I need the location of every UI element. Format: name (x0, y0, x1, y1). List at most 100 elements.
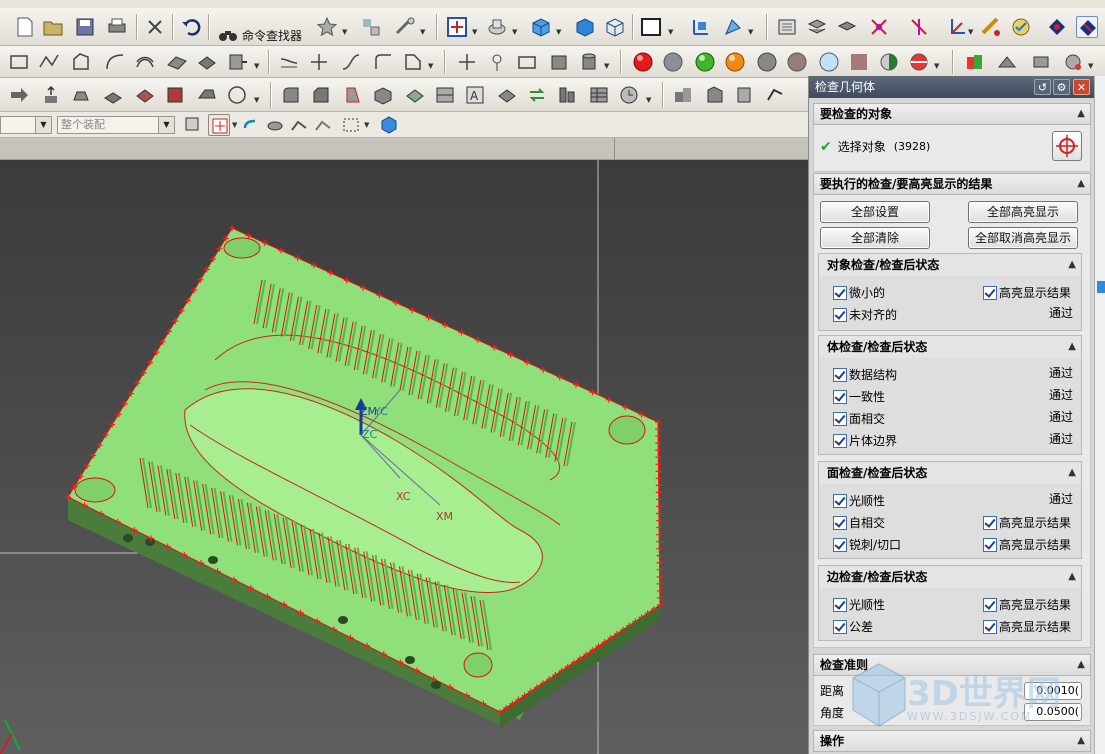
spikes-highlight-checkbox[interactable] (983, 538, 997, 552)
self-intersect-checkbox[interactable] (833, 516, 847, 530)
snap-edge-icon[interactable] (288, 114, 310, 136)
close-icon[interactable]: ✕ (1073, 79, 1090, 95)
face-checks-header[interactable]: 面检查/检查后状态 ▲ (819, 462, 1081, 484)
spikes-row[interactable]: 锐刺/切口 (833, 535, 901, 555)
wcs-orient-icon[interactable] (722, 16, 744, 38)
spikes-highlight-row[interactable]: 高亮显示结果 (983, 535, 1071, 555)
new-file-icon[interactable] (14, 16, 36, 38)
move-layer-icon[interactable] (806, 16, 828, 38)
open-folder-icon[interactable] (42, 16, 64, 38)
criteria-section-header[interactable]: 检查准则 ▲ (813, 654, 1091, 676)
operations-section-header[interactable]: 操作 ▲ (813, 730, 1091, 752)
block-icon[interactable] (548, 51, 570, 73)
chamfer-icon[interactable] (310, 84, 332, 106)
body-checks-header[interactable]: 体检查/检查后状态 ▲ (819, 336, 1081, 358)
clock-icon[interactable] (618, 84, 640, 106)
edge-smoothness-checkbox[interactable] (833, 598, 847, 612)
red-ball-icon[interactable] (632, 51, 654, 73)
extrude-surface-icon[interactable] (196, 51, 218, 73)
tiny-check-row[interactable]: 微小的 (833, 283, 885, 303)
tiny-checkbox[interactable] (833, 286, 847, 300)
cube-view-icon[interactable] (530, 16, 552, 38)
point-icon[interactable] (456, 51, 478, 73)
body-checkbox[interactable] (833, 390, 847, 404)
pad-icon[interactable] (134, 84, 156, 106)
corner-curve-icon[interactable] (372, 51, 394, 73)
fit-view-icon[interactable] (446, 16, 468, 38)
select-object-button[interactable] (1052, 131, 1082, 161)
texture-icon[interactable] (964, 51, 986, 73)
analysis-red-icon[interactable] (868, 16, 890, 38)
reflection-icon[interactable] (1046, 16, 1068, 38)
clear-all-button[interactable]: 全部清除 (820, 227, 930, 249)
thicken-icon[interactable] (226, 51, 248, 73)
objects-section-header[interactable]: 要检查的对象 ▲ (813, 103, 1091, 125)
collapse-icon[interactable]: ▲ (1068, 254, 1076, 276)
deviation-icon[interactable] (1076, 16, 1098, 38)
gear-icon[interactable]: ⚙ (1053, 79, 1070, 95)
highlight-all-button[interactable]: 全部高亮显示 (968, 201, 1078, 223)
dark-ball-icon[interactable] (756, 51, 778, 73)
dialog-titlebar[interactable]: 检查几何体 ↺ ⚙ ✕ (809, 76, 1095, 98)
self-intersect-row[interactable]: 自相交 (833, 513, 885, 533)
face-smoothness-checkbox[interactable] (833, 494, 847, 508)
layer-settings-icon[interactable] (776, 16, 798, 38)
analysis-axis-icon[interactable] (908, 16, 930, 38)
mold-part-model[interactable]: ZM YC ZC XC XM (0, 160, 808, 754)
profile-icon[interactable] (70, 51, 92, 73)
body-checkbox[interactable] (833, 368, 847, 382)
reset-icon[interactable]: ↺ (1034, 79, 1051, 95)
trim-curve-icon[interactable] (278, 51, 300, 73)
object-checks-header[interactable]: 对象检查/检查后状态 ▲ (819, 254, 1081, 276)
studio-icon[interactable] (996, 51, 1018, 73)
type-filter-combo[interactable]: ▼ (0, 116, 52, 134)
collapse-icon[interactable]: ▲ (1077, 655, 1085, 675)
body-checkbox[interactable] (833, 434, 847, 448)
tolerance-highlight-checkbox[interactable] (983, 620, 997, 634)
cube-select-icon[interactable] (378, 114, 400, 136)
constraint-icon[interactable] (734, 84, 756, 106)
boss-icon[interactable] (164, 84, 186, 106)
misaligned-checkbox[interactable] (833, 308, 847, 322)
circle-icon[interactable] (226, 84, 248, 106)
spikes-checkbox[interactable] (833, 538, 847, 552)
collapse-icon[interactable]: ▲ (1077, 174, 1085, 194)
cylinder-icon[interactable] (578, 51, 600, 73)
bridge-curve-icon[interactable] (340, 51, 362, 73)
trim-body-icon[interactable] (404, 84, 426, 106)
distance-field[interactable]: 0.0010( (1024, 682, 1082, 700)
exploded-view-icon[interactable] (764, 84, 786, 106)
body-check-row[interactable]: 片体边界 (833, 431, 897, 451)
half-ball-icon[interactable] (878, 51, 900, 73)
snap-face-icon[interactable] (264, 114, 286, 136)
shell-icon[interactable] (372, 84, 394, 106)
pattern-icon[interactable] (526, 84, 548, 106)
body-check-row[interactable]: 一致性 (833, 387, 885, 407)
edge-smoothness-highlight-checkbox[interactable] (983, 598, 997, 612)
snap-star-icon[interactable] (316, 16, 338, 38)
cube-shaded-icon[interactable] (574, 16, 596, 38)
tolerance-highlight-row[interactable]: 高亮显示结果 (983, 617, 1071, 637)
body-checkbox[interactable] (833, 412, 847, 426)
gray-ball-icon[interactable] (662, 51, 684, 73)
mirror-icon[interactable] (496, 84, 518, 106)
self-intersect-highlight-row[interactable]: 高亮显示结果 (983, 513, 1071, 533)
measure-icon[interactable] (980, 16, 1002, 38)
rectangle-icon[interactable] (8, 51, 30, 73)
datum-axis-icon[interactable] (486, 51, 508, 73)
snap-body-icon[interactable] (312, 114, 334, 136)
select-object-row[interactable]: ✔ 选择对象 (3928) (820, 137, 930, 157)
red-bar-icon[interactable] (848, 51, 870, 73)
assembly-filter-combo[interactable]: 整个装配 ▼ (57, 116, 175, 134)
edge-smoothness-row[interactable]: 光顺性 (833, 595, 885, 615)
offset-curve-icon[interactable] (134, 51, 156, 73)
render-style-icon[interactable] (486, 16, 508, 38)
arrow-curve-icon[interactable] (240, 114, 262, 136)
edge-smoothness-highlight-row[interactable]: 高亮显示结果 (983, 595, 1071, 615)
edge-checks-header[interactable]: 边检查/检查后状态 ▲ (819, 566, 1081, 588)
collapse-icon[interactable]: ▲ (1068, 336, 1076, 358)
check-geometry-icon[interactable] (1010, 16, 1032, 38)
divide-curve-icon[interactable] (308, 51, 330, 73)
glass-ball-icon[interactable] (818, 51, 840, 73)
collapse-icon[interactable]: ▲ (1077, 731, 1085, 751)
